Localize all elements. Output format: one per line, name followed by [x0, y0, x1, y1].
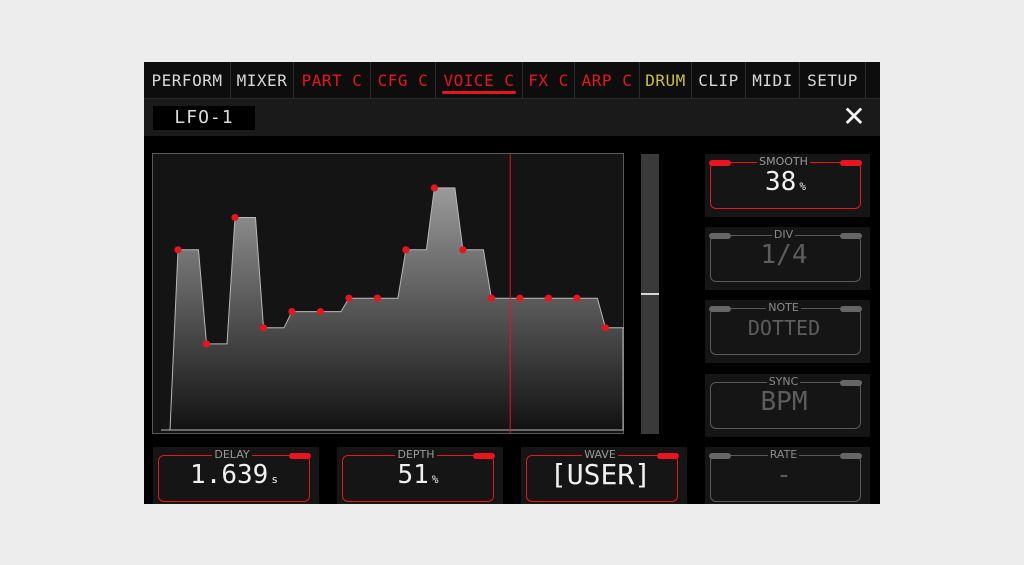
waveform-step-point[interactable]	[174, 246, 182, 254]
control-frame: RATE -	[709, 448, 862, 502]
synth-screen: PERFORM MIXER PART C CFG C VOICE C FX C …	[144, 62, 880, 504]
depth-control[interactable]: DEPTH 51%	[337, 447, 503, 504]
waveform-step-point[interactable]	[516, 294, 524, 302]
control-frame: DIV 1/4	[709, 228, 862, 282]
tab-arp-c[interactable]: ARP C	[575, 62, 640, 98]
sync-control[interactable]: SYNC BPM	[705, 374, 870, 437]
waveform-step-point[interactable]	[373, 294, 381, 302]
control-frame: SMOOTH 38%	[709, 155, 862, 209]
smooth-control[interactable]: SMOOTH 38%	[705, 154, 870, 217]
tab-voice-c[interactable]: VOICE C	[436, 62, 523, 98]
control-value: [USER]	[549, 458, 652, 491]
tab-label: PERFORM	[151, 70, 223, 90]
control-value: 1/4	[760, 240, 808, 270]
tab-label: PART C	[301, 70, 363, 90]
tab-part-c[interactable]: PART C	[294, 62, 371, 98]
page-title: LFO-1	[153, 106, 255, 130]
delay-control[interactable]: DELAY 1.639 s	[153, 447, 319, 504]
waveform-step-point[interactable]	[288, 308, 296, 316]
tab-label: SETUP	[807, 70, 858, 90]
waveform-step-point[interactable]	[402, 246, 410, 254]
tab-label: FX C	[528, 70, 569, 90]
control-unit: %	[799, 180, 806, 193]
control-value: 1.639 s	[190, 460, 278, 490]
waveform-step-point[interactable]	[459, 246, 467, 254]
tab-perform[interactable]: PERFORM	[144, 62, 231, 98]
control-frame: DELAY 1.639 s	[158, 448, 311, 502]
waveform-step-point[interactable]	[487, 294, 495, 302]
waveform-step-point[interactable]	[601, 324, 609, 332]
waveform-scrollbar[interactable]	[641, 154, 659, 434]
tab-cfg-c[interactable]: CFG C	[371, 62, 436, 98]
tab-label: MIDI	[752, 70, 793, 90]
waveform-step-point[interactable]	[544, 294, 552, 302]
lfo-waveform-editor[interactable]	[152, 153, 624, 434]
control-value: 38%	[765, 167, 806, 197]
control-value: 51%	[397, 460, 439, 490]
waveform-step-point[interactable]	[202, 340, 211, 348]
waveform-step-point[interactable]	[231, 213, 239, 222]
control-label: NOTE	[766, 301, 801, 314]
control-value: -	[776, 460, 792, 490]
tab-label: CLIP	[698, 70, 739, 90]
tab-label: MIXER	[236, 70, 288, 90]
div-control[interactable]: DIV 1/4	[705, 227, 870, 290]
control-frame: DEPTH 51%	[342, 448, 495, 502]
waveform-step-point[interactable]	[573, 294, 581, 302]
wave-control[interactable]: WAVE [USER]	[521, 447, 687, 504]
control-frame: WAVE [USER]	[526, 448, 679, 502]
tab-label: DRUM	[645, 70, 686, 90]
tab-fx-c[interactable]: FX C	[523, 62, 575, 98]
page-header: LFO-1 ✕	[144, 99, 880, 136]
tab-mixer[interactable]: MIXER	[231, 62, 294, 98]
scrollbar-thumb[interactable]	[641, 293, 659, 295]
tab-label: ARP C	[581, 70, 633, 90]
tab-clip[interactable]: CLIP	[692, 62, 746, 98]
tab-bar: PERFORM MIXER PART C CFG C VOICE C FX C …	[144, 62, 880, 99]
tab-setup[interactable]: SETUP	[800, 62, 866, 98]
control-unit: s	[271, 473, 278, 486]
tab-midi[interactable]: MIDI	[746, 62, 800, 98]
waveform-step-point[interactable]	[345, 294, 353, 302]
rate-control[interactable]: RATE -	[705, 447, 870, 504]
waveform-step-point[interactable]	[259, 324, 268, 332]
tab-drum[interactable]: DRUM	[640, 62, 692, 98]
control-unit: %	[431, 473, 439, 486]
note-control[interactable]: NOTE DOTTED	[705, 300, 870, 363]
tab-label: VOICE C	[443, 70, 515, 90]
control-frame: NOTE DOTTED	[709, 301, 862, 355]
close-icon[interactable]: ✕	[842, 103, 866, 131]
waveform-step-point[interactable]	[430, 184, 438, 192]
tab-label: CFG C	[377, 70, 429, 90]
waveform-step-point[interactable]	[316, 308, 324, 316]
control-frame: SYNC BPM	[710, 375, 862, 429]
control-value: BPM	[760, 387, 808, 417]
control-value: DOTTED	[747, 316, 821, 340]
active-tab-indicator	[442, 91, 516, 94]
